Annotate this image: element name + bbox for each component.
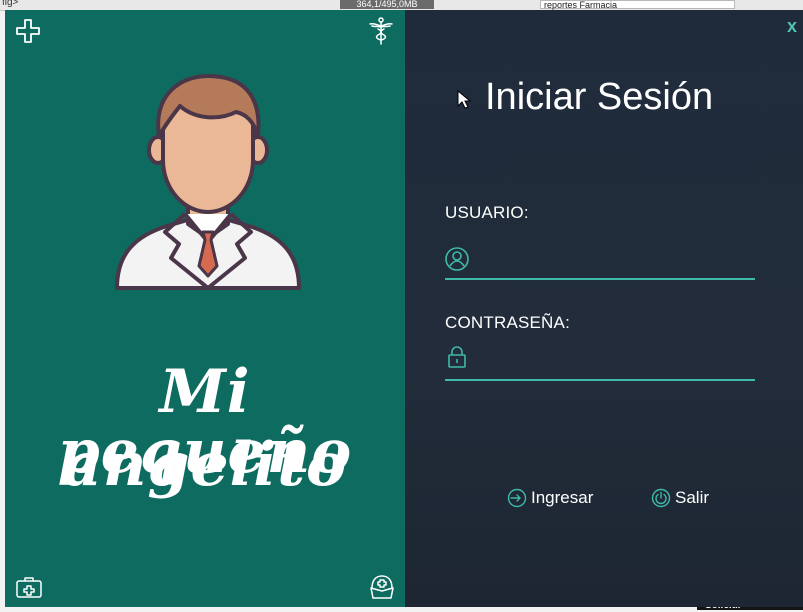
login-button-label: Ingresar xyxy=(531,488,594,507)
password-input[interactable] xyxy=(479,343,753,373)
doctor-avatar xyxy=(115,74,301,290)
mouse-pointer-icon xyxy=(457,90,471,109)
exit-button-label: Salir xyxy=(675,488,710,507)
plus-cross-icon xyxy=(15,18,41,44)
nurse-cap-icon xyxy=(368,573,396,601)
username-input[interactable] xyxy=(479,245,753,275)
password-field xyxy=(445,339,755,381)
editor-tab[interactable]: reportes Farmacia xyxy=(540,0,735,10)
caduceus-icon xyxy=(367,16,395,46)
medical-kit-icon xyxy=(15,575,43,599)
brand-name-line2: angelito xyxy=(63,430,347,500)
lock-icon xyxy=(448,346,466,368)
branding-panel: Mi pequeño angelito xyxy=(5,10,405,607)
background-toolbar-text: fig> xyxy=(2,0,19,8)
page-title: Iniciar Sesión xyxy=(485,76,714,118)
login-form-panel: x Iniciar Sesión USUARIO: CONTRASEÑA: In… xyxy=(405,10,803,607)
close-button[interactable]: x xyxy=(787,16,797,37)
power-icon xyxy=(651,488,671,508)
exit-button[interactable]: Salir xyxy=(651,488,709,508)
login-button[interactable]: Ingresar xyxy=(507,488,593,508)
login-window: Mi pequeño angelito x Iniciar Sesión USU… xyxy=(5,10,803,607)
sign-in-icon xyxy=(507,488,527,508)
password-label: CONTRASEÑA: xyxy=(445,313,570,332)
memory-indicator: 364,1/495,0MB xyxy=(340,0,434,9)
user-icon xyxy=(445,247,469,271)
username-label: USUARIO: xyxy=(445,203,529,222)
username-field xyxy=(445,241,755,280)
